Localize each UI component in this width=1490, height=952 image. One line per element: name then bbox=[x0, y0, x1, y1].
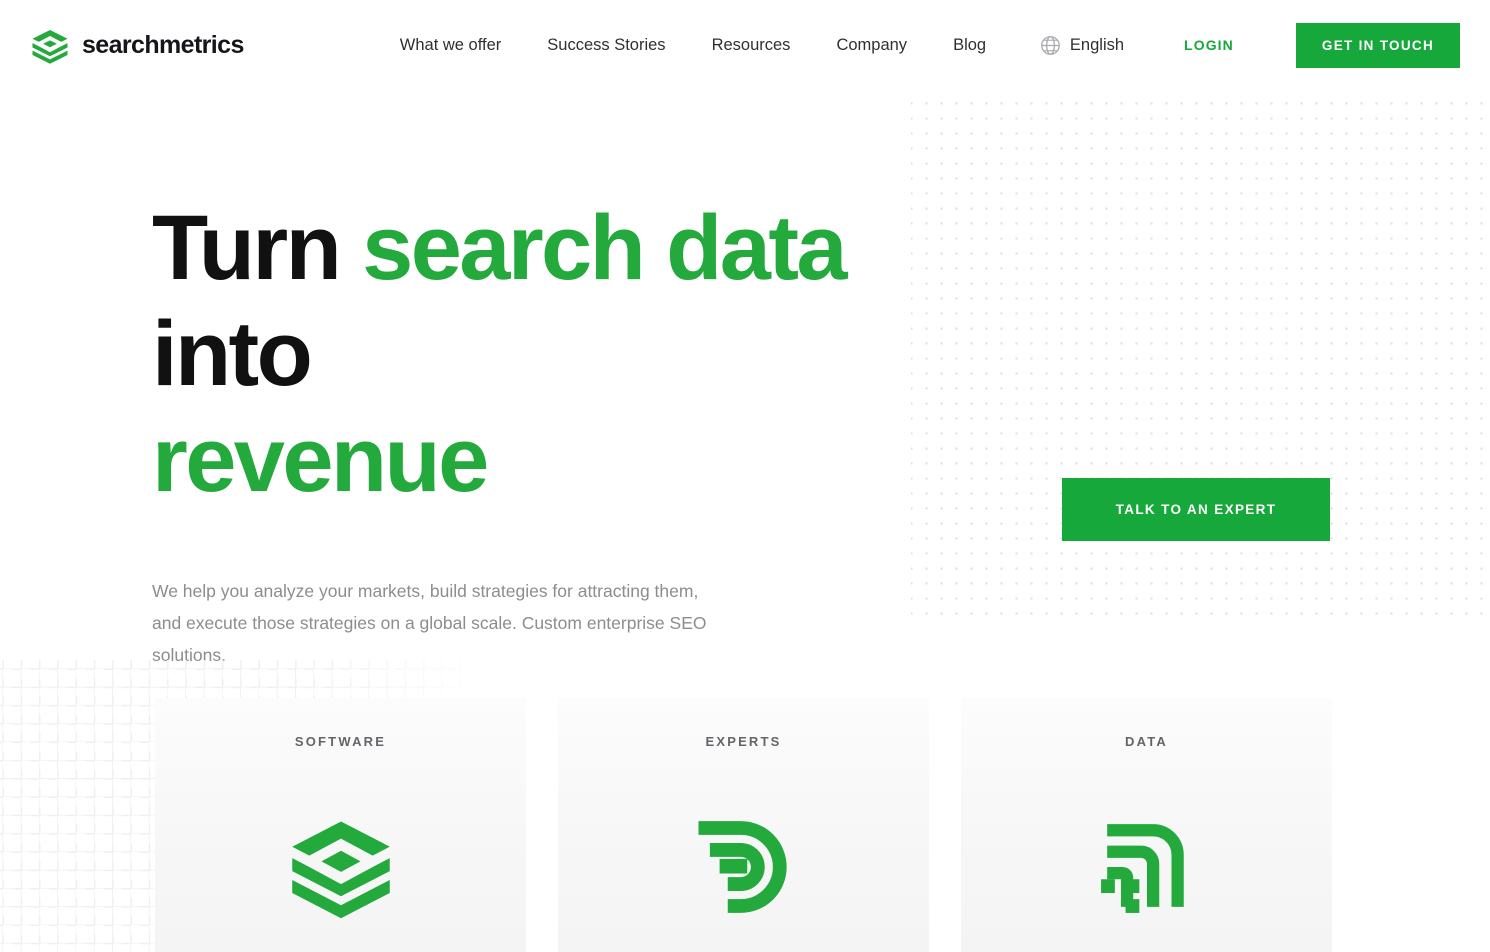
hero-section: Turn search data into revenue We help you… bbox=[0, 90, 1490, 665]
cards-left-spacer bbox=[0, 698, 155, 952]
login-link[interactable]: LOGIN bbox=[1184, 37, 1234, 53]
language-label: English bbox=[1069, 35, 1125, 54]
nested-signal-brackets-icon bbox=[1100, 824, 1184, 913]
globe-icon bbox=[1041, 35, 1060, 55]
nav-item-success-stories[interactable]: Success Stories bbox=[524, 36, 688, 55]
stacked-layers-icon bbox=[291, 821, 390, 919]
language-selector[interactable]: English bbox=[1040, 35, 1124, 56]
hero-title-segment-3: into bbox=[152, 303, 313, 405]
hero-title-segment-1: Turn bbox=[152, 197, 363, 299]
feature-card-data[interactable]: DATA bbox=[961, 698, 1332, 952]
hero-title-segment-4: revenue bbox=[152, 409, 489, 511]
card-label-experts: EXPERTS bbox=[705, 734, 782, 749]
brand-name: searchmetrics bbox=[82, 30, 244, 59]
header-actions: English LOGIN GET IN TOUCH bbox=[1040, 22, 1460, 68]
get-in-touch-button[interactable]: GET IN TOUCH bbox=[1295, 22, 1460, 68]
card-label-software: SOFTWARE bbox=[294, 734, 387, 749]
hero-subtitle: We help you analyze your markets, build … bbox=[152, 581, 707, 665]
main-navigation: What we offer Success Stories Resources … bbox=[377, 36, 1009, 55]
feature-card-software[interactable]: SOFTWARE bbox=[155, 698, 526, 952]
nav-item-company[interactable]: Company bbox=[813, 36, 930, 55]
card-label-data: DATA bbox=[1125, 734, 1168, 749]
nav-item-resources[interactable]: Resources bbox=[689, 36, 814, 55]
feature-cards-row: SOFTWARE EXPERTS DATA bbox=[0, 698, 1490, 952]
feature-card-experts[interactable]: EXPERTS bbox=[558, 698, 929, 952]
hero-text-block: Turn search data into revenue We help you… bbox=[152, 195, 1012, 671]
nav-item-blog[interactable]: Blog bbox=[930, 36, 1009, 55]
site-header: searchmetrics What we offer Success Stor… bbox=[0, 0, 1490, 90]
nav-item-what-we-offer[interactable]: What we offer bbox=[377, 36, 525, 55]
concentric-d-arcs-icon bbox=[698, 821, 787, 913]
talk-to-an-expert-button[interactable]: TALK TO AN EXPERT bbox=[1062, 478, 1330, 541]
brand-logo[interactable]: searchmetrics bbox=[30, 25, 244, 65]
stacked-layers-logo-icon bbox=[32, 30, 68, 64]
page-title: Turn search data into revenue bbox=[152, 195, 1012, 513]
hero-title-segment-2: search data bbox=[362, 197, 847, 299]
